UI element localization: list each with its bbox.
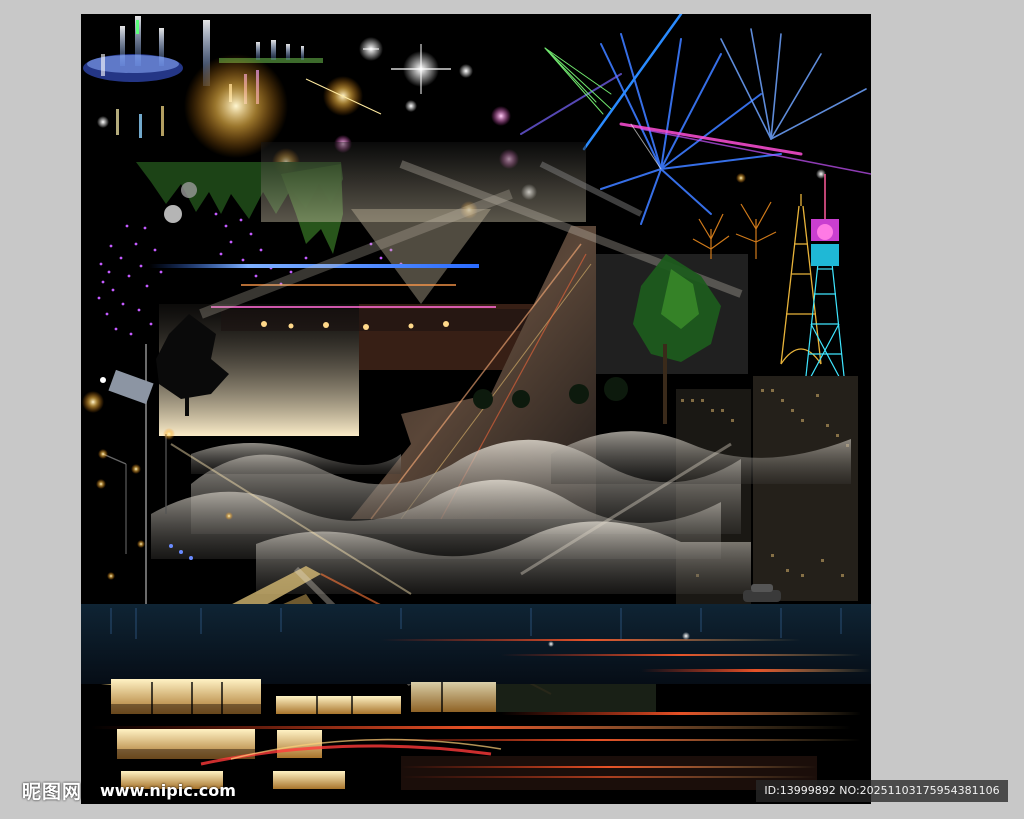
bare-trees-orange [692,169,826,259]
waterfront-reflection [81,604,871,684]
image-id-label: ID:13999892 NO:20251103175954381106 [756,780,1008,802]
night-scene-collage [81,14,871,790]
artwork-canvas [81,14,871,804]
fountain-large [83,16,210,86]
watermark-logo: 昵图网 [22,781,83,803]
tv-tower-cyan [802,174,848,405]
ground-uplights [116,106,164,138]
watermark-site-url: www.nipic.com [100,781,236,800]
